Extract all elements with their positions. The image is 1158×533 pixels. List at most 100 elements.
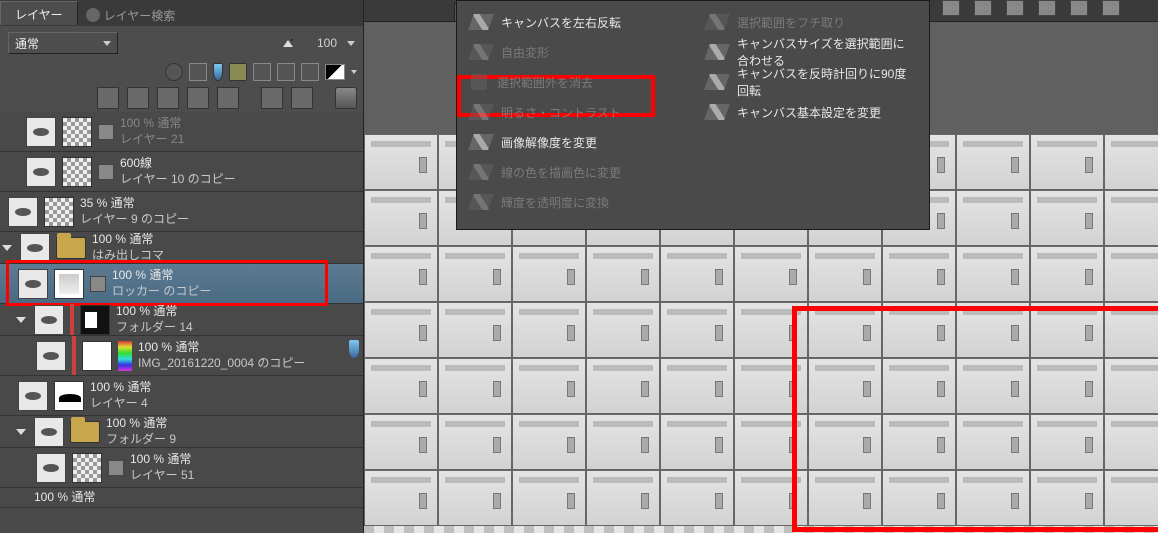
tool-icon[interactable] xyxy=(1070,0,1088,16)
action-icon xyxy=(704,14,730,30)
layer-name: フォルダー 14 xyxy=(116,320,193,336)
layer-name: はみ出しコマ xyxy=(92,248,164,264)
clip-icon[interactable] xyxy=(189,63,207,81)
visibility-toggle[interactable] xyxy=(18,269,48,299)
layer-name: レイヤー 9 のコピー xyxy=(80,212,189,228)
layer-name: ロッカー のコピー xyxy=(112,284,211,300)
layer-opacity-label: 100 % 通常 xyxy=(130,452,194,468)
tool-icon[interactable] xyxy=(1102,0,1120,16)
color-label-icon xyxy=(118,341,132,371)
visibility-toggle[interactable] xyxy=(18,381,48,411)
layer-row-selected[interactable]: 100 % 通常 ロッカー のコピー xyxy=(0,264,363,304)
layer-thumb xyxy=(54,269,84,299)
menu-item-clear-outside-selection: 選択範囲外を消去 xyxy=(457,67,693,97)
layer-row[interactable]: 100 % 通常 xyxy=(0,488,363,508)
disclosure-open-icon[interactable] xyxy=(16,429,26,435)
mask-mini-icon xyxy=(108,460,124,476)
menu-item-label: 選択範囲をフチ取り xyxy=(737,14,845,31)
menu-item-label: キャンバス基本設定を変更 xyxy=(737,104,881,121)
blend-mode-dropdown[interactable]: 通常 xyxy=(8,32,118,54)
tool-icon[interactable] xyxy=(974,0,992,16)
layer-thumb xyxy=(54,381,84,411)
action-icon xyxy=(704,74,730,90)
layer-thumb xyxy=(72,453,102,483)
layer-opacity-label: 100 % 通常 xyxy=(116,304,193,320)
chevron-down-icon[interactable] xyxy=(347,41,355,46)
layer-opacity-label: 35 % 通常 xyxy=(80,196,189,212)
layer-list: 100 % 通常 レイヤー 21 600線 レイヤー 10 のコピー 35 % … xyxy=(0,112,363,533)
action-icon xyxy=(704,44,730,60)
layer-row[interactable]: 600線 レイヤー 10 のコピー xyxy=(0,152,363,192)
apply-mask-icon[interactable] xyxy=(291,87,313,109)
draft-pen-icon[interactable] xyxy=(213,63,223,81)
layer-thumb xyxy=(62,117,92,147)
menu-item-label: キャンバスを反時計回りに90度回転 xyxy=(737,65,915,99)
context-menu: キャンバスを左右反転 自由変形 選択範囲外を消去 明るさ・コントラスト 画像解像… xyxy=(456,0,930,230)
mask-mode-icon[interactable] xyxy=(165,63,183,81)
chevron-down-icon[interactable] xyxy=(351,70,357,74)
visibility-toggle[interactable] xyxy=(8,197,38,227)
menu-item-fit-canvas-to-selection[interactable]: キャンバスサイズを選択範囲に合わせる xyxy=(693,37,929,67)
visibility-toggle[interactable] xyxy=(26,117,56,147)
disclosure-open-icon[interactable] xyxy=(2,245,12,251)
menu-item-brightness-contrast: 明るさ・コントラスト xyxy=(457,97,693,127)
clip-marker-icon xyxy=(70,304,74,335)
menu-item-line-color-to-drawing: 線の色を描画色に変更 xyxy=(457,157,693,187)
color-swatch-icon[interactable] xyxy=(325,64,345,80)
layer-opacity-label: 100 % 通常 xyxy=(34,490,95,506)
tab-layers[interactable]: レイヤー xyxy=(0,1,78,25)
extra-icon[interactable] xyxy=(301,63,319,81)
trash-icon[interactable] xyxy=(335,87,357,109)
layer-opacity-label: 100 % 通常 xyxy=(90,380,151,396)
menu-item-flip-horizontal[interactable]: キャンバスを左右反転 xyxy=(457,7,693,37)
layer-row[interactable]: 35 % 通常 レイヤー 9 のコピー xyxy=(0,192,363,232)
layer-row[interactable]: 100 % 通常 IMG_20161220_0004 のコピー xyxy=(0,336,363,376)
lock-alpha-icon[interactable] xyxy=(253,63,271,81)
tool-icon[interactable] xyxy=(1038,0,1056,16)
layers-panel: レイヤー レイヤー検索 通常 100 xyxy=(0,0,364,533)
new-folder-icon[interactable] xyxy=(127,87,149,109)
visibility-toggle[interactable] xyxy=(34,417,64,447)
slider-thumb-icon xyxy=(283,40,293,47)
menu-item-label: キャンバスを左右反転 xyxy=(501,14,621,31)
action-icon xyxy=(704,104,730,120)
blend-mode-bar: 通常 100 xyxy=(0,26,363,60)
layer-row[interactable]: 100 % 通常 レイヤー 51 xyxy=(0,448,363,488)
reference-icon[interactable] xyxy=(277,63,295,81)
new-layer-icon[interactable] xyxy=(97,87,119,109)
action-icon xyxy=(468,44,494,60)
menu-item-label: 線の色を描画色に変更 xyxy=(501,164,621,181)
layer-name: レイヤー 10 のコピー xyxy=(120,172,236,188)
layer-folder-row[interactable]: 100 % 通常 フォルダー 14 xyxy=(0,304,363,336)
visibility-toggle[interactable] xyxy=(20,233,50,263)
menu-item-label: 輝度を透明度に変換 xyxy=(501,194,609,211)
disclosure-open-icon[interactable] xyxy=(16,317,26,323)
menu-item-change-resolution[interactable]: 画像解像度を変更 xyxy=(457,127,693,157)
layer-options-row xyxy=(0,60,363,84)
layer-opacity-label: 100 % 通常 xyxy=(106,416,176,432)
visibility-toggle[interactable] xyxy=(34,305,64,335)
action-icon xyxy=(468,164,494,180)
layer-thumb xyxy=(62,157,92,187)
new-layer-alt-icon[interactable] xyxy=(157,87,179,109)
mask-icon[interactable] xyxy=(261,87,283,109)
tool-icon[interactable] xyxy=(1006,0,1024,16)
layer-row[interactable]: 100 % 通常 レイヤー 21 xyxy=(0,112,363,152)
lock-icon[interactable] xyxy=(229,63,247,81)
action-icon xyxy=(468,104,494,120)
merge-icon[interactable] xyxy=(217,87,239,109)
transfer-icon[interactable] xyxy=(187,87,209,109)
visibility-toggle[interactable] xyxy=(26,157,56,187)
layer-folder-row[interactable]: 100 % 通常 はみ出しコマ xyxy=(0,232,363,264)
menu-item-free-transform: 自由変形 xyxy=(457,37,693,67)
visibility-toggle[interactable] xyxy=(36,341,66,371)
layer-row[interactable]: 100 % 通常 レイヤー 4 xyxy=(0,376,363,416)
opacity-value[interactable]: 100 xyxy=(299,36,341,50)
tab-layer-search[interactable]: レイヤー検索 xyxy=(78,1,184,25)
tool-icon[interactable] xyxy=(942,0,960,16)
menu-item-rotate-90-ccw[interactable]: キャンバスを反時計回りに90度回転 xyxy=(693,67,929,97)
layer-folder-row[interactable]: 100 % 通常 フォルダー 9 xyxy=(0,416,363,448)
tab-layer-search-label: レイヤー検索 xyxy=(104,7,176,24)
visibility-toggle[interactable] xyxy=(36,453,66,483)
menu-item-canvas-settings[interactable]: キャンバス基本設定を変更 xyxy=(693,97,929,127)
